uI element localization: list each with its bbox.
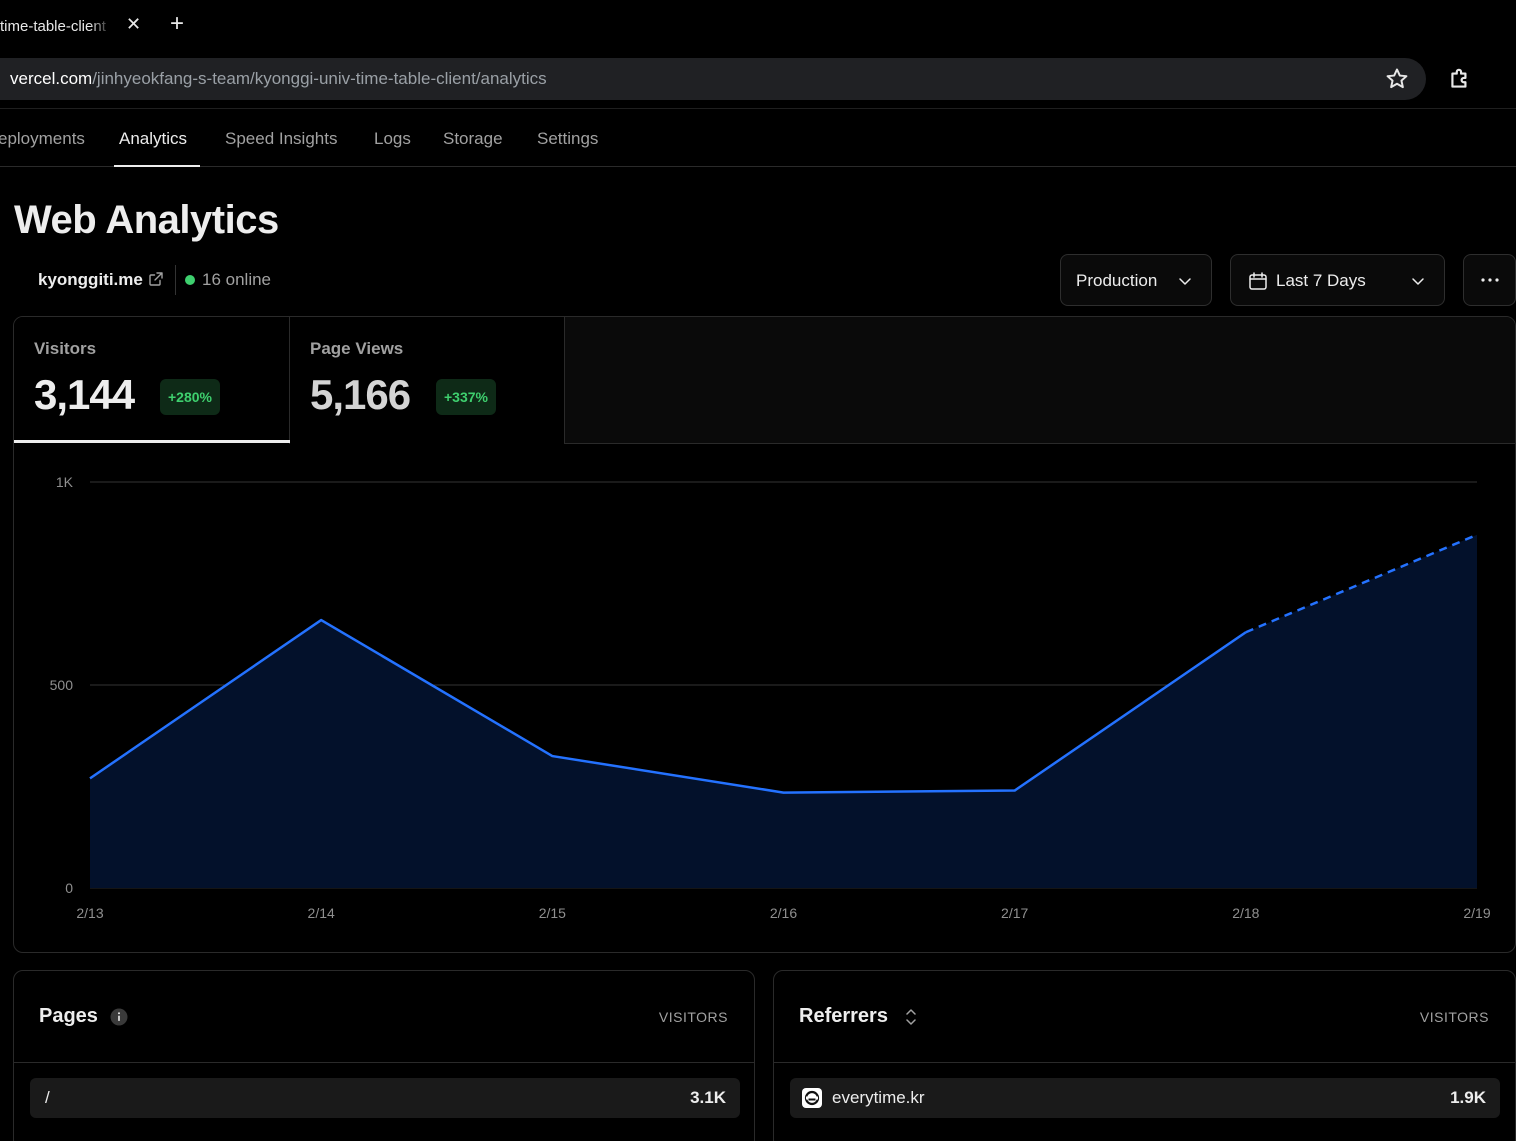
pageviews-change-badge: +337% bbox=[436, 379, 496, 415]
referrers-panel: Referrers VISITORS everytime.kr 1.9K bbox=[773, 970, 1516, 1141]
tab-storage[interactable]: Storage bbox=[443, 129, 503, 149]
sort-toggle-icon[interactable] bbox=[904, 1006, 918, 1028]
tab-analytics[interactable]: Analytics bbox=[119, 129, 187, 149]
visitors-chart: 0 500 1K 2/13 2/14 2/15 2/16 2/17 2/18 2/19 bbox=[50, 474, 1491, 921]
date-range-label: Last 7 Days bbox=[1276, 271, 1366, 290]
environment-select-label: Production bbox=[1076, 271, 1158, 290]
tab-close-icon[interactable]: ✕ bbox=[126, 14, 141, 35]
referrer-visitors: 1.9K bbox=[1450, 1088, 1486, 1107]
x-tick-label: 2/13 bbox=[76, 905, 103, 921]
url-host: vercel.com bbox=[10, 69, 93, 88]
everytime-site-icon bbox=[802, 1088, 822, 1108]
x-tick-label: 2/17 bbox=[1001, 905, 1028, 921]
tab-title[interactable]: time-table-client bbox=[0, 18, 112, 35]
list-item[interactable]: everytime.kr 1.9K bbox=[790, 1078, 1500, 1118]
visitors-change-badge: +280% bbox=[160, 379, 220, 415]
list-item[interactable]: / 3.1K bbox=[30, 1078, 740, 1118]
page-title: Web Analytics bbox=[14, 198, 279, 242]
extensions-puzzle-icon[interactable] bbox=[1447, 66, 1473, 92]
x-tick-label: 2/14 bbox=[308, 905, 335, 921]
tab-settings[interactable]: Settings bbox=[537, 129, 598, 149]
y-tick-label: 0 bbox=[65, 880, 73, 896]
active-tab-indicator bbox=[114, 165, 200, 167]
external-link-icon[interactable] bbox=[148, 271, 164, 287]
pages-panel-title: Pages bbox=[39, 1005, 98, 1027]
x-tick-label: 2/16 bbox=[770, 905, 797, 921]
ellipsis-icon bbox=[1481, 278, 1499, 282]
tab-deployments[interactable]: eployments bbox=[0, 129, 85, 149]
tab-speed-insights[interactable]: Speed Insights bbox=[225, 129, 337, 149]
tab-logs[interactable]: Logs bbox=[374, 129, 411, 149]
pages-column-header: VISITORS bbox=[658, 1009, 728, 1025]
referrers-panel-title: Referrers bbox=[799, 1005, 888, 1027]
domain-link[interactable]: kyonggiti.me bbox=[38, 270, 143, 290]
pageviews-metric-tab[interactable]: Page Views 5,166 +337% bbox=[290, 317, 565, 444]
chevron-down-icon bbox=[1179, 278, 1191, 285]
online-count: 16 online bbox=[202, 270, 272, 289]
referrers-column-header: VISITORS bbox=[1419, 1009, 1489, 1025]
x-tick-label: 2/18 bbox=[1232, 905, 1259, 921]
page-visitors: 3.1K bbox=[690, 1088, 726, 1107]
y-tick-label: 500 bbox=[50, 677, 74, 693]
address-bar[interactable]: vercel.com/jinhyeokfang-s-team/kyonggi-u… bbox=[0, 58, 1426, 100]
pages-panel: Pages VISITORS / 3.1K bbox=[13, 970, 755, 1141]
series-area bbox=[90, 534, 1477, 888]
pageviews-value: 5,166 bbox=[310, 371, 411, 418]
metrics-row: Visitors 3,144 +280% Page Views 5,166 +3… bbox=[14, 317, 1515, 444]
environment-select[interactable]: Production bbox=[1060, 254, 1212, 306]
x-tick-label: 2/19 bbox=[1463, 905, 1490, 921]
info-icon[interactable] bbox=[110, 1008, 128, 1026]
bookmark-star-icon[interactable] bbox=[1384, 66, 1410, 92]
date-range-select[interactable]: Last 7 Days bbox=[1230, 254, 1445, 306]
visitors-label: Visitors bbox=[34, 339, 97, 358]
pageviews-label: Page Views bbox=[310, 339, 404, 358]
divider bbox=[14, 1062, 754, 1063]
chevron-down-icon bbox=[1412, 278, 1424, 285]
divider bbox=[774, 1062, 1515, 1063]
url-text[interactable]: vercel.com/jinhyeokfang-s-team/kyonggi-u… bbox=[10, 69, 547, 89]
more-options-button[interactable] bbox=[1463, 254, 1516, 306]
visitors-value: 3,144 bbox=[34, 371, 135, 418]
project-nav: eployments Analytics Speed Insights Logs… bbox=[0, 108, 1516, 167]
new-tab-icon[interactable]: + bbox=[170, 10, 184, 38]
y-tick-label: 1K bbox=[56, 474, 74, 490]
page-path: / bbox=[45, 1088, 50, 1107]
visitors-metric-tab[interactable]: Visitors 3,144 +280% bbox=[14, 317, 290, 444]
browser-tabstrip: time-table-client ✕ + bbox=[0, 0, 1516, 52]
divider bbox=[175, 265, 176, 295]
active-metric-indicator bbox=[14, 440, 290, 443]
referrer-name: everytime.kr bbox=[832, 1088, 925, 1107]
x-tick-label: 2/15 bbox=[539, 905, 566, 921]
online-status-dot bbox=[185, 275, 195, 285]
calendar-icon bbox=[1249, 272, 1267, 290]
analytics-card: Visitors 3,144 +280% Page Views 5,166 +3… bbox=[13, 316, 1516, 953]
url-path: /jinhyeokfang-s-team/kyonggi-univ-time-t… bbox=[92, 69, 547, 88]
